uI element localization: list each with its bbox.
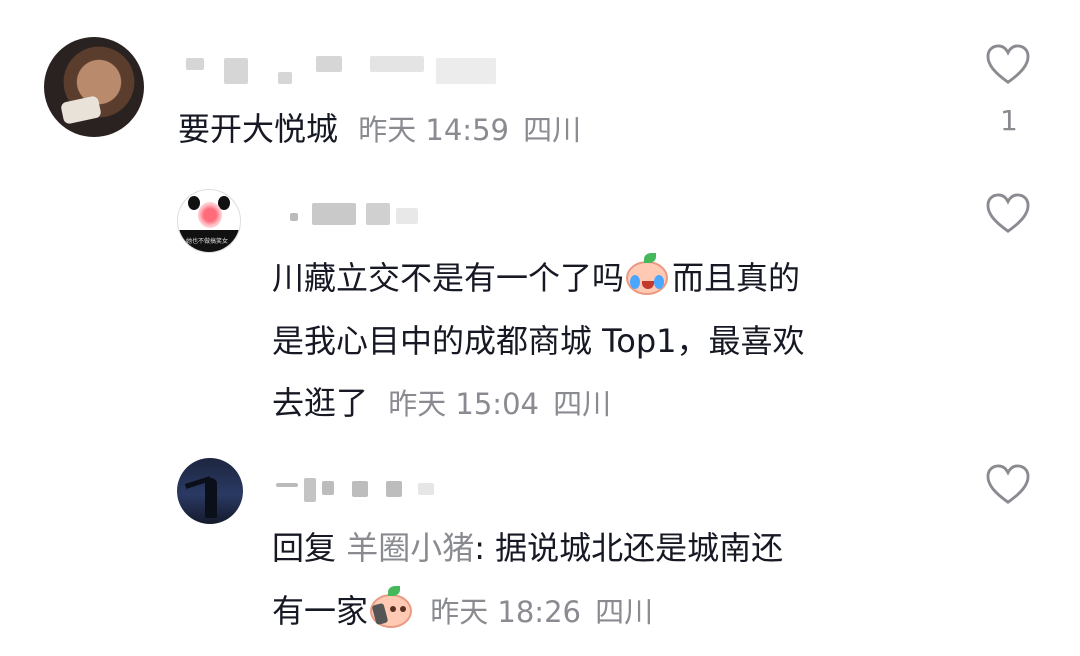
comment-time: 昨天 18:26 xyxy=(430,595,581,629)
reply-label: 回复 xyxy=(272,529,337,567)
crying-pig-emoji xyxy=(624,253,672,297)
comment-text: 而且真的 xyxy=(672,259,801,297)
reply-target-username[interactable]: 羊圈小猪 xyxy=(346,529,474,567)
commenter-avatar[interactable] xyxy=(177,458,243,524)
comment-location: 四川 xyxy=(595,595,654,629)
reply-line-2: 有一家 昨天 18:26 四川 xyxy=(272,586,653,632)
comment-line-3: 去逛了 昨天 15:04 四川 xyxy=(272,378,611,424)
comment-text: 川藏立交不是有一个了吗 xyxy=(272,259,625,297)
comment-location: 四川 xyxy=(523,113,582,147)
commenter-avatar[interactable] xyxy=(44,37,144,137)
comment-line-1: 川藏立交不是有一个了吗 而且真的 xyxy=(272,253,800,299)
reply-line-1: 回复 羊圈小猪: 据说城北还是城南还 xyxy=(272,523,783,569)
avatar-caption: 她也不做搞笑女 xyxy=(186,238,229,245)
comment-line-2: 是我心目中的成都商城 Top1，最喜欢 xyxy=(272,322,805,360)
like-count: 1 xyxy=(1000,104,1018,137)
comment-text: 有一家 xyxy=(272,592,369,630)
comment-time: 昨天 14:59 xyxy=(358,113,509,147)
comment-time: 昨天 15:04 xyxy=(388,387,539,421)
like-heart-icon[interactable] xyxy=(985,193,1031,235)
like-heart-icon[interactable] xyxy=(985,44,1031,86)
comment-body: 要开大悦城 昨天 14:59 四川 xyxy=(178,104,581,150)
phone-pig-emoji xyxy=(368,586,416,630)
comment-text: 去逛了 xyxy=(272,384,369,422)
comment-location: 四川 xyxy=(553,387,612,421)
like-heart-icon[interactable] xyxy=(985,464,1031,506)
comment-text: 要开大悦城 xyxy=(178,110,339,148)
comment-text: : 据说城北还是城南还 xyxy=(474,529,784,567)
commenter-avatar[interactable]: 她也不做搞笑女 xyxy=(177,189,241,253)
